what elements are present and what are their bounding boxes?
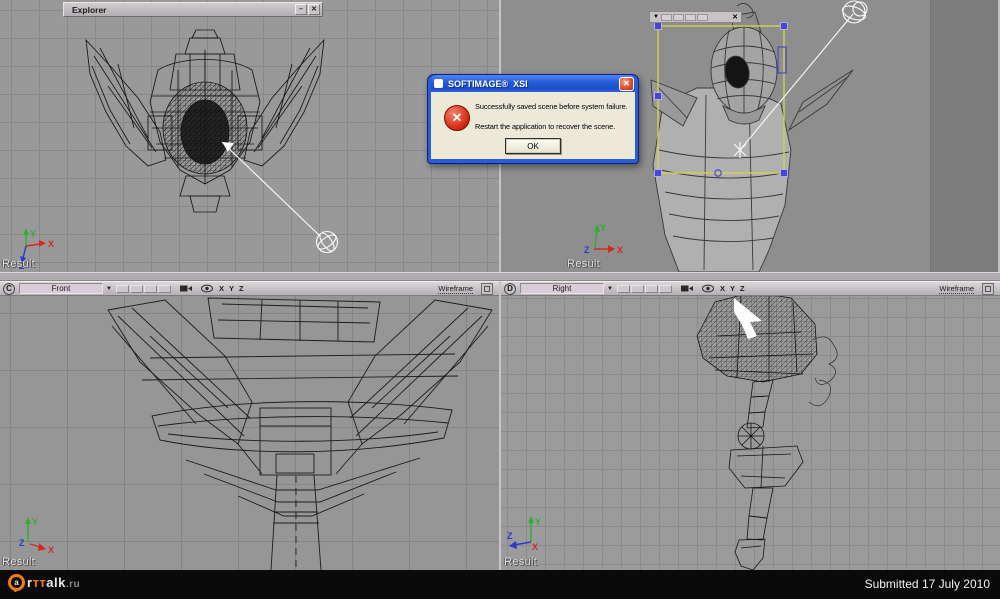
view-type-label: Front xyxy=(51,284,71,293)
eye-visibility-icon[interactable] xyxy=(200,284,214,293)
eye-visibility-icon[interactable] xyxy=(701,284,715,293)
view-type-selector[interactable]: Right xyxy=(520,283,604,294)
xsi-error-dialog: SOFTIMAGE® XSI ✕ ✕ Successfully saved sc… xyxy=(427,74,639,164)
axis-lock-z[interactable]: Z xyxy=(740,284,745,293)
memo-cam-button[interactable] xyxy=(644,284,658,293)
viewport-divider-horizontal[interactable] xyxy=(0,272,1000,281)
floating-mini-toolbar[interactable]: ▼ ✕ xyxy=(649,11,742,23)
memo-cam-button[interactable] xyxy=(115,284,129,293)
svg-text:Z: Z xyxy=(584,245,590,255)
view-dropdown-arrow-icon[interactable]: ▼ xyxy=(106,286,112,292)
camera-icon[interactable] xyxy=(179,284,193,293)
svg-text:X: X xyxy=(617,245,623,255)
axis-lock-y[interactable]: Y xyxy=(229,284,234,293)
dialog-message-line2: Restart the application to recover the s… xyxy=(475,122,616,131)
axis-lock-z[interactable]: Z xyxy=(239,284,244,293)
result-label: Result xyxy=(2,556,35,568)
memo-cam-button[interactable] xyxy=(658,284,672,293)
svg-text:X: X xyxy=(48,545,54,555)
explorer-minimize-button[interactable]: – xyxy=(295,4,307,15)
axis-lock-x[interactable]: X xyxy=(219,284,224,293)
submitted-date-label: Submitted 17 July 2010 xyxy=(864,577,990,591)
axis-gizmo-right: Y Z X xyxy=(507,516,541,552)
xsi-application-window: Y X Z Result Explorer – ✕ ▼ ✕ Y Z X Resu… xyxy=(0,0,1000,599)
wireframe-robot-head-front[interactable] xyxy=(0,0,499,272)
explorer-window-title: Explorer xyxy=(72,4,107,15)
dialog-body: ✕ Successfully saved scene before system… xyxy=(431,92,635,159)
svg-text:Z: Z xyxy=(507,531,513,541)
viewport-right-bottom-right[interactable]: Y Z X Result xyxy=(501,296,1000,570)
axis-lock-x[interactable]: X xyxy=(720,284,725,293)
camera-icon[interactable] xyxy=(680,284,694,293)
dialog-title: SOFTIMAGE® XSI xyxy=(448,78,528,89)
svg-text:Z: Z xyxy=(19,538,25,548)
mini-memo-button[interactable] xyxy=(660,13,672,21)
error-icon: ✕ xyxy=(444,105,470,131)
view-type-label: Right xyxy=(552,284,572,293)
display-mode-menu[interactable]: Wireframe xyxy=(438,284,473,294)
viewport-front-bottom-left[interactable]: Y Z X Result xyxy=(0,296,499,570)
viewport-header-right: D Right ▼ X Y Z Wireframe xyxy=(501,281,1000,296)
result-label: Result xyxy=(2,258,35,270)
light-null-link[interactable] xyxy=(221,141,339,254)
axis-lock-y[interactable]: Y xyxy=(730,284,735,293)
wireframe-robot-side-view[interactable] xyxy=(501,296,1000,570)
logo-letter: alk xyxy=(46,575,66,590)
view-dropdown-arrow-icon[interactable]: ▼ xyxy=(607,286,613,292)
result-label: Result xyxy=(504,556,537,568)
ok-button[interactable]: OK xyxy=(505,138,561,154)
arttalk-logo: a rттalk.ru xyxy=(8,574,80,591)
explorer-window-titlebar[interactable]: Explorer – ✕ xyxy=(63,2,323,17)
mini-memo-button[interactable] xyxy=(696,13,708,21)
memo-cam-button[interactable] xyxy=(616,284,630,293)
display-options-button[interactable] xyxy=(481,282,493,295)
mini-dropdown-arrow-icon[interactable]: ▼ xyxy=(653,14,659,20)
dialog-app-icon xyxy=(434,79,443,88)
svg-text:Y: Y xyxy=(600,223,606,233)
display-options-button[interactable] xyxy=(982,282,994,295)
logo-domain: .ru xyxy=(65,579,81,590)
viewport-letter-button[interactable]: C xyxy=(3,282,15,295)
viewport-user-top-left[interactable]: Y X Z Result Explorer – ✕ xyxy=(0,0,499,272)
memo-cam-button[interactable] xyxy=(143,284,157,293)
footer-bar: a rттalk.ru Submitted 17 July 2010 xyxy=(0,570,1000,599)
dialog-close-button[interactable]: ✕ xyxy=(619,76,634,91)
memo-cam-button[interactable] xyxy=(157,284,171,293)
dialog-message-line1: Successfully saved scene before system f… xyxy=(475,102,628,111)
svg-text:Y: Y xyxy=(32,517,38,527)
axis-gizmo-front: Y Z X xyxy=(19,517,54,555)
dialog-titlebar[interactable]: SOFTIMAGE® XSI ✕ xyxy=(431,75,635,92)
mini-memo-button[interactable] xyxy=(684,13,696,21)
display-mode-menu[interactable]: Wireframe xyxy=(939,284,974,294)
model-head-wireframe[interactable] xyxy=(85,29,325,213)
view-type-selector[interactable]: Front xyxy=(19,283,103,294)
svg-text:X: X xyxy=(48,239,54,249)
mini-close-icon[interactable]: ✕ xyxy=(732,14,738,21)
logo-dot xyxy=(14,589,17,592)
memo-cam-button[interactable] xyxy=(129,284,143,293)
svg-text:X: X xyxy=(532,542,538,552)
model-face-wireframe[interactable] xyxy=(107,297,493,570)
result-label: Result xyxy=(567,258,600,270)
logo-letter: тт xyxy=(32,575,47,590)
model-bust[interactable] xyxy=(650,3,854,272)
svg-text:Y: Y xyxy=(30,229,36,239)
memo-cam-button[interactable] xyxy=(630,284,644,293)
viewport-header-front: C Front ▼ X Y Z Wireframe xyxy=(0,281,499,296)
mini-memo-button[interactable] xyxy=(672,13,684,21)
viewport-letter-button[interactable]: D xyxy=(504,282,516,295)
explorer-close-button[interactable]: ✕ xyxy=(308,4,320,15)
model-side-wireframe[interactable] xyxy=(696,296,838,570)
svg-text:Y: Y xyxy=(535,517,541,527)
wireframe-head-front-zoomed[interactable] xyxy=(0,296,499,570)
